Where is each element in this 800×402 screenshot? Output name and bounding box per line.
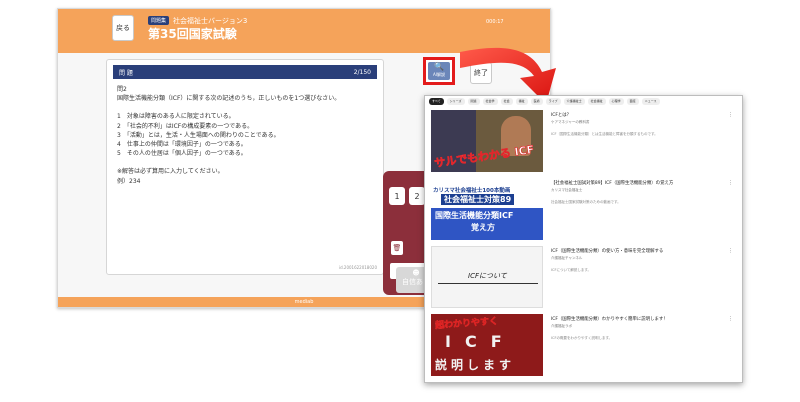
question-prompt: 国際生活機能分類（ICF）に関する次の記述のうち，正しいものを1つ選びなさい。 <box>117 95 341 103</box>
answer-example: 例）234 <box>117 177 141 185</box>
thumbnail-caption: ICF <box>445 332 516 351</box>
video-result[interactable]: カリスマ社会福祉士100本動画 社会福祉士対策89 国際生活機能分類ICF 覚え… <box>429 178 741 240</box>
video-description: ICF（国際生活機能分類）とは生活機能と障害を分類するものです。 <box>551 132 658 136</box>
question-card: 問 題 2/150 問2 国際生活機能分類（ICF）に関する次の記述のうち，正し… <box>106 59 384 275</box>
more-options-icon[interactable]: ⋮ <box>728 316 733 322</box>
timer: 000:17 <box>486 19 504 25</box>
channel-name[interactable]: 介護福祉チャンネル <box>551 256 582 261</box>
exam-title: 第35回国家試験 <box>148 27 237 41</box>
chip[interactable]: 関連 <box>467 98 480 105</box>
video-thumbnail[interactable]: ICFについて <box>431 246 543 308</box>
video-result[interactable]: ICFについて ICF（国際生活機能分類）の使い方・意味を完全理解する 介護福祉… <box>429 246 741 308</box>
option-3: 3 「活動」とは，生活・人生場面への関わりのことである。 <box>117 131 280 139</box>
question-counter: 2/150 <box>353 68 371 76</box>
video-title[interactable]: ICF（国際生活機能分類）の使い方・意味を完全理解する <box>551 248 711 254</box>
chip[interactable]: 社会 <box>500 98 513 105</box>
more-options-icon[interactable]: ⋮ <box>728 112 733 118</box>
chip[interactable]: すべて <box>429 98 444 105</box>
option-4: 4 仕事上の仲間は「環境因子」の一つである。 <box>117 141 247 149</box>
ai-button-label: AI解説 <box>433 72 445 77</box>
thumbnail-caption: 超わかりやすく <box>434 316 499 332</box>
video-description: ICFの概要をわかりやすく説明します。 <box>551 336 613 340</box>
chip[interactable]: 医療 <box>530 98 543 105</box>
channel-name[interactable]: 介護福祉ラボ <box>551 324 572 329</box>
youtube-results-panel: すべて シリーズ 関連 社会学 社会 福祉 医療 ライブ 介護福祉士 社会福祉 … <box>424 95 743 383</box>
option-2: 2 「社会的不利」はICFの構成要素の一つである。 <box>117 122 254 130</box>
chip[interactable]: 社会学 <box>482 98 498 105</box>
thumbnail-caption: カリスマ社会福祉士100本動画 <box>433 188 511 194</box>
smile-icon: ☻ <box>412 269 420 277</box>
more-options-icon[interactable]: ⋮ <box>728 180 733 186</box>
trash-icon[interactable]: 🗑 <box>391 241 403 255</box>
thumbnail-caption: ICFについて <box>468 272 507 280</box>
option-5: 5 その人の住居は「個人因子」の一つである。 <box>117 150 247 158</box>
back-button[interactable]: 戻る <box>112 15 134 41</box>
thumbnail-caption: 説明します <box>435 358 516 372</box>
chip[interactable]: 心理学 <box>608 98 624 105</box>
video-result[interactable]: 超わかりやすく ICF 説明します ICF（国際生活機能分類）わかりやすく簡単に… <box>429 314 741 376</box>
chip[interactable]: ニュース <box>641 98 660 105</box>
option-1: 1 対象は障害のある人に限定されている。 <box>117 113 235 121</box>
video-description: ICFについて解説します。 <box>551 268 592 272</box>
channel-name[interactable]: カリスマ社会福祉士 <box>551 188 582 193</box>
video-thumbnail[interactable]: 超わかりやすく ICF 説明します <box>431 314 543 376</box>
video-result[interactable]: サルでもわかる ICF ICFとは？ ケアマネジャーの教科書 ICF（国際生活機… <box>429 110 741 172</box>
thumbnail-caption: 社会福祉士対策89 <box>441 194 515 205</box>
question-number: 問2 <box>117 86 127 93</box>
channel-name[interactable]: ケアマネジャーの教科書 <box>551 120 589 125</box>
video-title[interactable]: 【社会福祉士国試対策89】ICF（国際生活機能分類）の覚え方 <box>551 180 711 186</box>
question-id: id.2001622018020 <box>338 265 377 270</box>
chip[interactable]: 面接 <box>626 98 639 105</box>
key-1[interactable]: 1 <box>389 187 405 205</box>
chip[interactable]: シリーズ <box>446 98 465 105</box>
ai-explanation-button[interactable]: 🔍 AI解説 <box>423 57 455 85</box>
key-2[interactable]: 2 <box>409 187 425 205</box>
filter-chips: すべて シリーズ 関連 社会学 社会 福祉 医療 ライブ 介護福祉士 社会福祉 … <box>425 96 742 107</box>
video-description: 社会福祉士国家試験対策のための動画です。 <box>551 200 621 204</box>
mode-badge: 問題集 <box>148 16 170 25</box>
video-thumbnail[interactable]: カリスマ社会福祉士100本動画 社会福祉士対策89 国際生活機能分類ICF 覚え… <box>431 178 543 240</box>
chip[interactable]: 社会福祉 <box>587 98 606 105</box>
thumbnail-caption: 国際生活機能分類ICF <box>435 211 514 220</box>
question-body: 問2 国際生活機能分類（ICF）に関する次の記述のうち，正しいものを1つ選びなさ… <box>107 79 383 192</box>
more-options-icon[interactable]: ⋮ <box>728 248 733 254</box>
chip[interactable]: 福祉 <box>515 98 528 105</box>
answer-note: ※解答は必ず算用に入力してください。 <box>117 168 224 176</box>
thumbnail-caption: 覚え方 <box>471 223 495 232</box>
video-title[interactable]: ICFとは？ <box>551 112 711 118</box>
chip[interactable]: 介護福祉士 <box>563 98 585 105</box>
question-header-label: 問 題 <box>119 69 133 77</box>
video-thumbnail[interactable]: サルでもわかる ICF <box>431 110 543 172</box>
question-card-header: 問 題 2/150 <box>113 65 377 79</box>
chip[interactable]: ライブ <box>545 98 561 105</box>
video-title[interactable]: ICF（国際生活機能分類）わかりやすく簡単に説明します！ <box>551 316 711 322</box>
search-icon: 🔍 <box>434 62 444 71</box>
